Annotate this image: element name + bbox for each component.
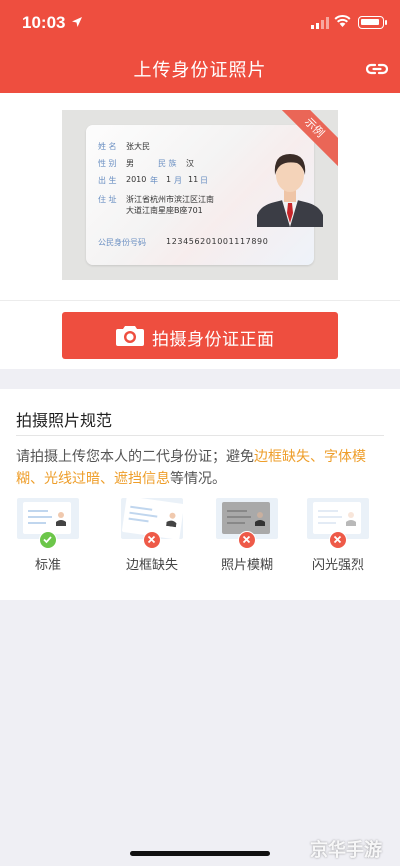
month-unit: 月	[174, 176, 182, 185]
sex-value: 男	[126, 159, 134, 168]
id-number-label: 公民身份号码	[98, 238, 146, 247]
example-border-missing: 边框缺失	[117, 496, 187, 573]
cross-icon	[143, 531, 161, 549]
divider	[0, 300, 400, 301]
address-line1: 浙江省杭州市滨江区江南	[126, 195, 214, 204]
birth-day: 11	[188, 175, 199, 184]
ethnicity-label: 民 族	[158, 159, 177, 168]
location-arrow-icon	[72, 17, 82, 27]
address-line2: 大道江南星座B座701	[126, 206, 203, 215]
example-label: 标准	[34, 558, 61, 573]
birth-label: 出 生	[98, 176, 117, 185]
portrait-icon	[257, 154, 323, 227]
id-card-front: 姓 名 张大民 性 别 男 民 族 汉 出 生 2010 年 1 月 11 日 …	[86, 125, 323, 265]
example-strong-flash: 闪光强烈	[303, 498, 373, 573]
spec-title: 拍摄照片规范	[16, 411, 113, 430]
example-standard: 标准	[13, 498, 83, 573]
example-label: 边框缺失	[125, 558, 178, 573]
status-bar: 10:03	[0, 0, 400, 44]
camera-icon	[116, 326, 144, 346]
name-value: 张大民	[126, 142, 150, 151]
ethnicity-value: 汉	[186, 159, 194, 168]
example-label: 照片模糊	[220, 558, 273, 573]
day-unit: 日	[200, 176, 208, 185]
status-time: 10:03	[22, 13, 66, 32]
battery-icon	[358, 16, 387, 29]
example-photo-blurry: 照片模糊	[212, 498, 282, 573]
address-label: 住 址	[98, 195, 117, 204]
id-card-section: 姓 名 张大民 性 别 男 民 族 汉 出 生 2010 年 1 月 11 日 …	[0, 93, 400, 369]
photo-spec-section: 拍摄照片规范 请拍摄上传您本人的二代身份证；避免边框缺失、字体模糊、光线过暗、遮…	[0, 389, 400, 600]
wifi-icon	[334, 15, 351, 27]
birth-month: 1	[166, 175, 172, 184]
app-header: 10:03 上传身份证照片	[0, 0, 400, 93]
year-unit: 年	[150, 176, 158, 185]
divider	[16, 435, 384, 436]
id-number-value: 123456201001117890	[166, 237, 269, 246]
cross-icon	[238, 531, 256, 549]
sex-label: 性 别	[98, 159, 117, 168]
watermark: 京华手游	[310, 840, 382, 861]
signal-icon	[311, 17, 329, 29]
page-title: 上传身份证照片	[133, 60, 267, 81]
example-label: 闪光强烈	[311, 558, 364, 573]
sample-id-photo: 姓 名 张大民 性 别 男 民 族 汉 出 生 2010 年 1 月 11 日 …	[62, 110, 338, 280]
check-icon	[39, 531, 57, 549]
shoot-button-label: 拍摄身份证正面	[152, 330, 275, 350]
name-label: 姓 名	[98, 142, 117, 151]
birth-year: 2010	[126, 175, 147, 184]
home-indicator[interactable]	[130, 851, 270, 856]
desc-suffix: 等情况。	[170, 471, 226, 487]
cross-icon	[329, 531, 347, 549]
spec-description: 请拍摄上传您本人的二代身份证；避免边框缺失、字体模糊、光线过暗、遮挡信息等情况。	[16, 446, 386, 490]
shoot-id-front-button[interactable]: 拍摄身份证正面	[62, 312, 338, 359]
desc-prefix: 请拍摄上传您本人的二代身份证；避免	[16, 449, 254, 465]
link-icon[interactable]	[366, 58, 388, 80]
